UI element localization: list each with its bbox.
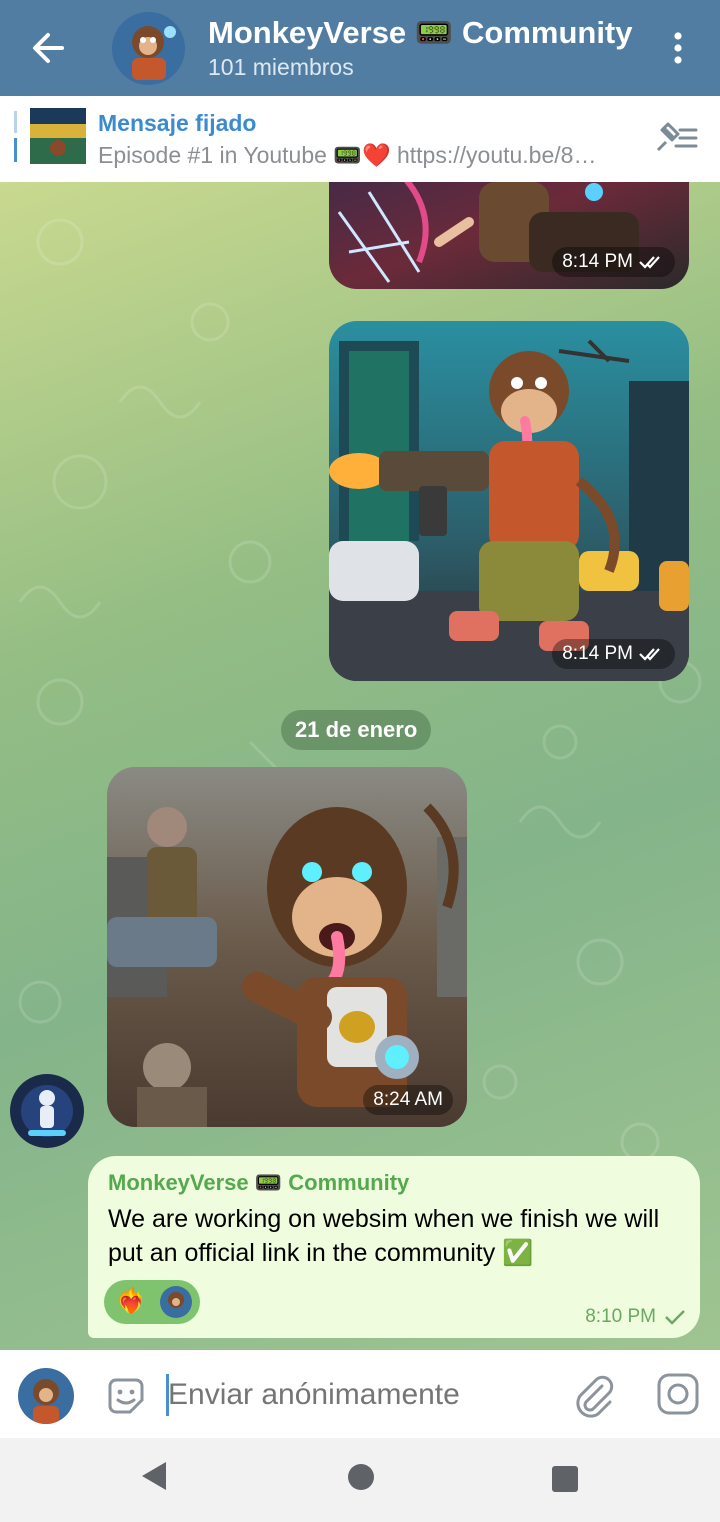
double-check-icon	[639, 256, 660, 269]
member-count: 101 miembros	[208, 54, 354, 80]
sticker-icon[interactable]	[104, 1374, 148, 1418]
chat-title[interactable]: MonkeyVerse 📟 Community	[208, 14, 633, 51]
nav-back-icon[interactable]	[140, 1460, 168, 1492]
pinned-text: Episode #1 in Youtube 📟❤️ https://youtu.…	[98, 142, 597, 168]
unpin-list-icon[interactable]	[652, 120, 698, 156]
double-check-icon	[639, 648, 660, 661]
message-time: 8:14 PM	[552, 639, 675, 669]
date-divider: 21 de enero	[281, 710, 432, 750]
nav-home-icon[interactable]	[348, 1464, 374, 1490]
message-time: 8:10 PM	[585, 1306, 686, 1328]
pin-indicator-active	[14, 138, 17, 162]
send-as-avatar[interactable]	[18, 1368, 74, 1424]
photo-message[interactable]: 8:24 AM	[107, 767, 467, 1127]
pinned-thumbnail	[30, 108, 86, 164]
photo-message[interactable]: 8:14 PM	[329, 321, 689, 681]
check-icon	[665, 1310, 685, 1325]
nav-recents-icon[interactable]	[552, 1466, 578, 1492]
paperclip-icon[interactable]	[572, 1372, 616, 1418]
message-time: 8:14 PM	[552, 247, 675, 277]
pin-indicator	[14, 111, 17, 133]
reaction-chip[interactable]: ❤️‍🔥	[104, 1280, 200, 1324]
message-input[interactable]	[168, 1378, 548, 1412]
message-text: We are working on websim when we finish …	[108, 1205, 660, 1267]
message-time: 8:24 AM	[363, 1085, 453, 1115]
pinned-title: Mensaje fijado	[98, 110, 257, 136]
group-avatar[interactable]	[112, 12, 185, 85]
camera-icon[interactable]	[656, 1372, 700, 1416]
message-input-bar	[0, 1350, 720, 1438]
reactor-avatar	[160, 1286, 192, 1318]
arrow-left-icon[interactable]	[24, 24, 72, 72]
chat-area[interactable]: 8:14 PM 8:14 PM 21 de enero 8:24 AM Monk…	[0, 182, 720, 1350]
system-nav-bar	[0, 1438, 720, 1522]
text-message-bubble[interactable]: MonkeyVerse 📟 Community We are working o…	[88, 1156, 700, 1338]
message-sender-name[interactable]: MonkeyVerse 📟 Community	[108, 1170, 409, 1196]
chat-header: MonkeyVerse 📟 Community 101 miembros	[0, 0, 720, 96]
more-vertical-icon[interactable]	[662, 24, 694, 72]
reaction-emoji: ❤️‍🔥	[116, 1288, 146, 1315]
photo-message[interactable]: 8:14 PM	[329, 182, 689, 289]
sender-avatar[interactable]	[10, 1074, 84, 1148]
pinned-message-bar[interactable]: Mensaje fijado Episode #1 in Youtube 📟❤️…	[0, 96, 720, 183]
